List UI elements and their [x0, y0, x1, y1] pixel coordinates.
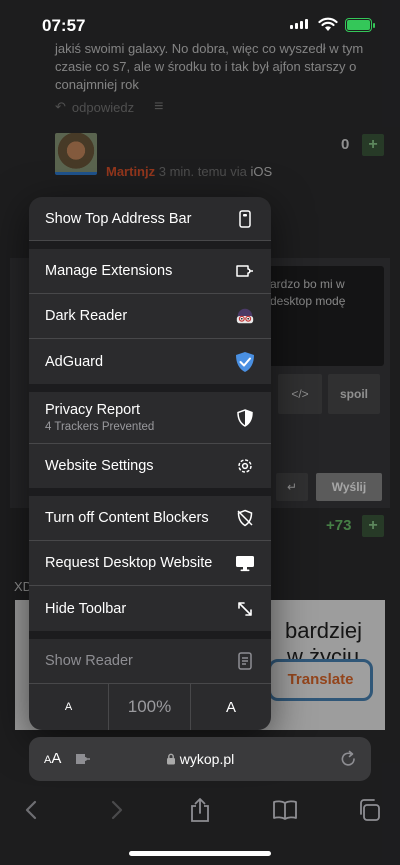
menu-item-label: Privacy Report	[45, 402, 141, 418]
dark-reader-icon	[235, 306, 255, 326]
home-indicator[interactable]	[129, 851, 271, 856]
content-blocker-off-icon	[235, 508, 255, 528]
desktop-monitor-icon	[235, 553, 255, 573]
cellular-signal-icon	[290, 19, 308, 29]
zoom-in-button[interactable]: A	[191, 684, 271, 730]
status-time: 07:57	[42, 16, 86, 35]
wifi-icon	[318, 17, 338, 31]
share-button[interactable]	[186, 796, 214, 824]
menu-item-website-settings[interactable]: Website Settings	[29, 444, 271, 488]
tabs-button[interactable]	[355, 796, 383, 824]
safari-screen: jakiś swoimi galaxy. No dobra, więc co w…	[0, 0, 400, 865]
menu-item-label: Show Top Address Bar	[45, 210, 192, 227]
menu-item-label: Hide Toolbar	[45, 600, 127, 617]
menu-separator	[29, 631, 271, 639]
trackers-prevented-count: 4 Trackers Prevented	[45, 421, 155, 433]
lock-icon	[166, 753, 175, 765]
url-text: wykop.pl	[179, 751, 235, 767]
bookmarks-button[interactable]	[271, 796, 299, 824]
reload-icon[interactable]	[340, 750, 357, 768]
menu-item-label: Show Reader	[45, 653, 133, 669]
privacy-shield-icon	[235, 408, 255, 428]
forward-button[interactable]	[103, 796, 131, 824]
menu-separator	[29, 241, 271, 249]
adguard-shield-icon	[235, 351, 255, 372]
menu-item-show-reader[interactable]: Show Reader	[29, 639, 271, 684]
menu-item-hide-toolbar[interactable]: Hide Toolbar	[29, 586, 271, 631]
menu-item-label: AdGuard	[45, 353, 104, 370]
battery-charging-icon	[345, 18, 375, 32]
zoom-level: 100%	[127, 697, 172, 716]
share-icon	[191, 798, 209, 822]
chevron-right-icon	[111, 800, 123, 820]
menu-item-label: Manage Extensions	[45, 263, 173, 279]
url-display[interactable]: wykop.pl	[29, 751, 371, 767]
menu-item-request-desktop-website[interactable]: Request Desktop Website	[29, 541, 271, 586]
menu-separator	[29, 384, 271, 392]
zoom-in-label: A	[225, 698, 236, 716]
menu-item-show-top-address-bar[interactable]: Show Top Address Bar	[29, 197, 271, 241]
menu-item-adguard[interactable]: AdGuard	[29, 339, 271, 384]
menu-item-dark-reader[interactable]: Dark Reader	[29, 294, 271, 339]
status-bar: 07:57	[0, 0, 400, 44]
back-button[interactable]	[17, 796, 45, 824]
menu-item-label: Request Desktop Website	[45, 555, 213, 571]
zoom-out-button[interactable]: A	[29, 684, 109, 730]
zoom-level-reset-button[interactable]: 100%	[109, 684, 191, 730]
address-bar[interactable]: AA wykop.pl	[29, 737, 371, 781]
book-icon	[273, 800, 297, 820]
gear-icon	[235, 456, 255, 476]
bottom-toolbar	[0, 790, 400, 830]
expand-arrows-icon	[235, 599, 255, 619]
extensions-icon	[235, 261, 255, 281]
tabs-icon	[360, 799, 380, 821]
menu-item-label: Dark Reader	[45, 308, 128, 324]
phone-top-bar-icon	[235, 209, 255, 229]
zoom-out-label: A	[64, 701, 73, 713]
reader-page-icon	[235, 651, 255, 671]
menu-item-privacy-report[interactable]: Privacy Report 4 Trackers Prevented	[29, 392, 271, 444]
menu-item-label: Website Settings	[45, 458, 154, 474]
menu-item-label: Turn off Content Blockers	[45, 510, 209, 526]
chevron-left-icon	[25, 800, 37, 820]
zoom-controls: A 100% A	[29, 684, 271, 730]
menu-item-turn-off-content-blockers[interactable]: Turn off Content Blockers	[29, 496, 271, 541]
page-menu: Show Top Address Bar Manage Extensions D…	[29, 197, 271, 730]
menu-item-manage-extensions[interactable]: Manage Extensions	[29, 249, 271, 294]
menu-separator	[29, 488, 271, 496]
